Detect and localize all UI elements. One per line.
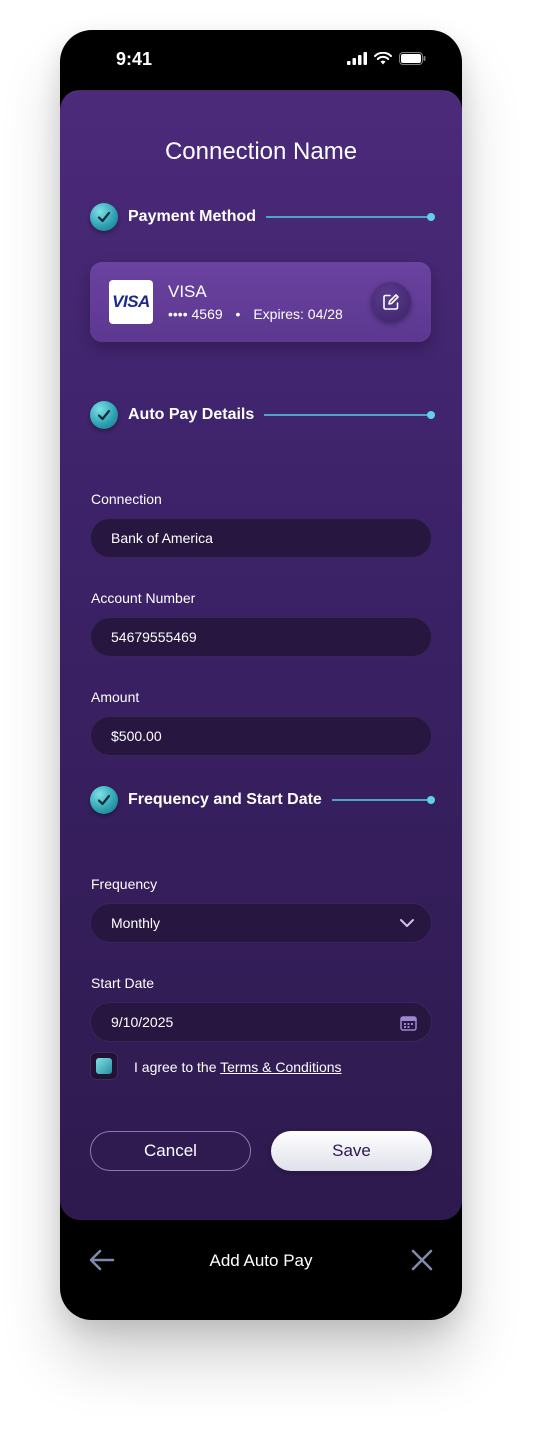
chevron-down-icon bbox=[400, 919, 414, 927]
card-expiry: Expires: 04/28 bbox=[253, 306, 343, 322]
section-payment-method: Payment Method bbox=[90, 202, 435, 232]
status-time: 9:41 bbox=[116, 49, 153, 69]
checkmark-icon bbox=[90, 401, 118, 429]
start-date-field[interactable]: 9/10/2025 bbox=[90, 1002, 432, 1042]
signal-icon bbox=[347, 52, 367, 65]
section-divider bbox=[331, 796, 436, 804]
start-date-value: 9/10/2025 bbox=[111, 1014, 174, 1030]
auto-pay-form: Connection Name Payment Method VISA VISA… bbox=[60, 90, 462, 1220]
save-button[interactable]: Save bbox=[271, 1131, 432, 1171]
checkmark-icon bbox=[90, 786, 118, 814]
calendar-icon[interactable] bbox=[400, 1015, 417, 1031]
connection-value: Bank of America bbox=[111, 530, 213, 546]
section-divider bbox=[266, 213, 435, 221]
wifi-icon bbox=[374, 52, 392, 65]
page-title: Connection Name bbox=[164, 138, 358, 165]
visa-logo: VISA bbox=[109, 280, 153, 324]
frequency-label: Frequency bbox=[91, 876, 158, 892]
connection-label: Connection bbox=[91, 491, 162, 507]
amount-field[interactable]: $500.00 bbox=[90, 716, 432, 756]
terms-text: I agree to the Terms & Conditions bbox=[134, 1059, 342, 1075]
close-icon bbox=[411, 1249, 433, 1271]
checkmark-icon bbox=[90, 203, 118, 231]
section-title: Payment Method bbox=[128, 208, 257, 225]
cancel-button[interactable]: Cancel bbox=[90, 1131, 251, 1171]
amount-value: $500.00 bbox=[111, 728, 162, 744]
account-number-label: Account Number bbox=[91, 590, 196, 606]
amount-label: Amount bbox=[91, 689, 140, 705]
status-icons bbox=[347, 52, 426, 65]
frequency-value: Monthly bbox=[111, 915, 161, 931]
close-button[interactable] bbox=[408, 1246, 436, 1274]
checkbox-checked-indicator bbox=[96, 1058, 112, 1074]
start-date-label: Start Date bbox=[91, 975, 155, 991]
section-title: Frequency and Start Date bbox=[128, 791, 322, 808]
section-title: Auto Pay Details bbox=[128, 406, 255, 423]
edit-icon bbox=[383, 294, 399, 310]
payment-card: VISA VISA •••• 4569 • Expires: 04/28 bbox=[90, 262, 431, 342]
section-divider bbox=[264, 411, 435, 419]
section-frequency-start: Frequency and Start Date bbox=[90, 785, 436, 815]
status-bar: 9:41 bbox=[60, 30, 462, 90]
connection-field[interactable]: Bank of America bbox=[90, 518, 432, 558]
account-number-value: 54679555469 bbox=[111, 629, 197, 645]
phone-frame: 9:41 Connection Name Payment Method VISA… bbox=[60, 30, 462, 1320]
bottom-navigation-bar: Add Auto Pay bbox=[60, 1220, 462, 1320]
card-brand: VISA bbox=[168, 282, 207, 301]
card-masked-number: •••• 4569 bbox=[168, 306, 223, 322]
section-auto-pay-details: Auto Pay Details bbox=[90, 400, 435, 430]
card-details: •••• 4569 • Expires: 04/28 bbox=[168, 306, 343, 322]
battery-icon bbox=[399, 52, 426, 65]
terms-checkbox[interactable] bbox=[90, 1052, 118, 1080]
frequency-select[interactable]: Monthly bbox=[90, 903, 432, 943]
terms-prefix: I agree to the bbox=[134, 1059, 221, 1075]
bottom-bar-title: Add Auto Pay bbox=[209, 1251, 313, 1270]
terms-link[interactable]: Terms & Conditions bbox=[220, 1059, 341, 1075]
edit-card-button[interactable] bbox=[371, 282, 411, 322]
card-separator: • bbox=[235, 306, 241, 322]
account-number-field[interactable]: 54679555469 bbox=[90, 617, 432, 657]
